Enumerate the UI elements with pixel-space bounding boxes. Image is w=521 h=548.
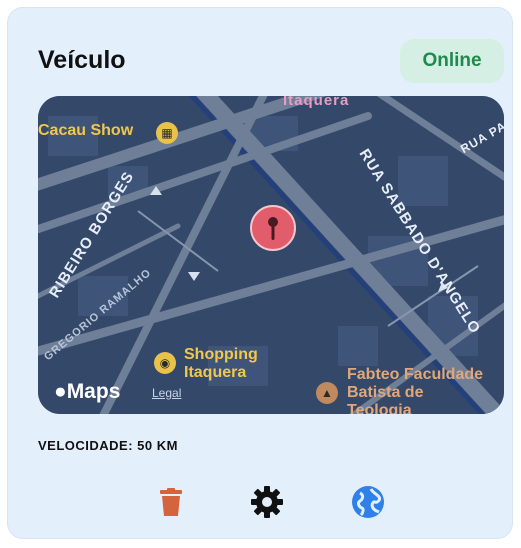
trash-icon xyxy=(160,488,182,516)
vehicle-card: Veículo Online Itaquera Cacau Show ▦ RUA… xyxy=(7,7,513,539)
maps-attribution: ●Maps xyxy=(54,380,120,404)
apple-logo-icon: ● xyxy=(54,380,67,403)
speed-readout: VELOCIDADE: 50 KM xyxy=(38,438,178,453)
map-label-shopping-2: Itaquera xyxy=(184,364,247,381)
delete-button[interactable] xyxy=(151,482,191,522)
map-label-top-street: Itaquera xyxy=(283,96,350,109)
legal-link[interactable]: Legal xyxy=(152,386,181,400)
settings-button[interactable] xyxy=(247,482,287,522)
map-label-fateo-1: Fabteo Faculdade xyxy=(347,366,484,383)
map-label-shopping-1: Shopping xyxy=(184,346,258,363)
gear-icon xyxy=(251,486,283,518)
map-label-cacau-show: Cacau Show xyxy=(38,122,134,139)
map-view[interactable]: Itaquera Cacau Show ▦ RUA SABBADO D'ANGE… xyxy=(38,96,504,414)
map-label-fateo-2: Batista de xyxy=(347,384,424,401)
globe-icon xyxy=(352,486,384,518)
graduation-cap-icon: ▲ xyxy=(316,382,338,404)
status-badge: Online xyxy=(400,39,504,83)
web-button[interactable] xyxy=(348,482,388,522)
maps-attribution-text: Maps xyxy=(66,380,121,403)
map-label-fateo-3: Teologia xyxy=(347,402,412,414)
store-icon: ▦ xyxy=(156,122,178,144)
location-pin-icon[interactable] xyxy=(249,204,297,252)
card-title: Veículo xyxy=(38,46,126,74)
shopping-bag-icon: ◉ xyxy=(154,352,176,374)
